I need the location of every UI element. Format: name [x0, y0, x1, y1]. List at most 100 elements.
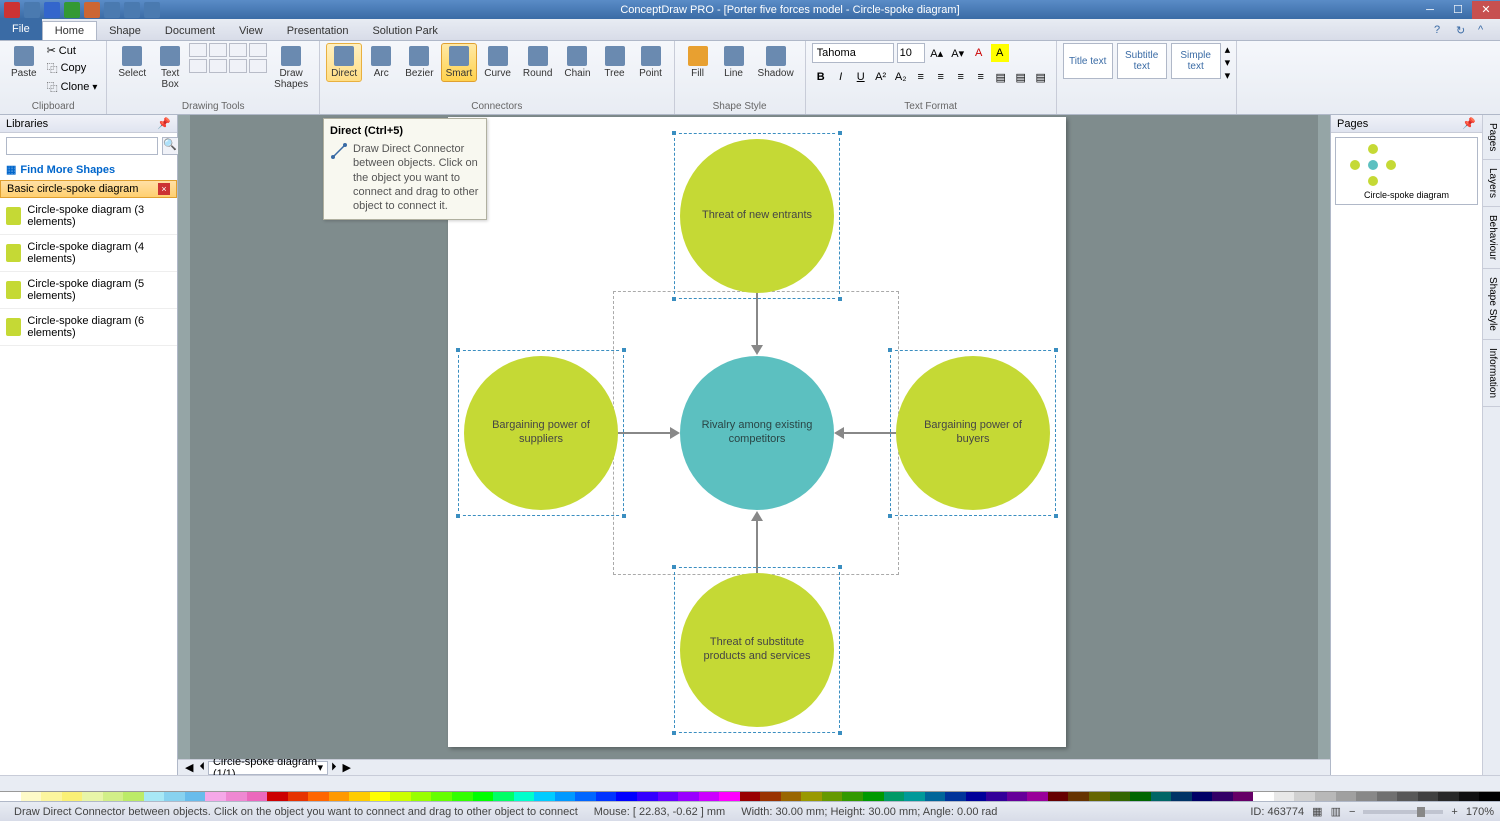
library-item-3[interactable]: Circle-spoke diagram (3 elements) — [0, 198, 177, 235]
color-swatch[interactable] — [1212, 792, 1233, 801]
color-swatch[interactable] — [1192, 792, 1213, 801]
color-swatch[interactable] — [1110, 792, 1131, 801]
color-swatch[interactable] — [473, 792, 494, 801]
connector-right[interactable] — [842, 432, 896, 434]
color-swatch[interactable] — [1479, 792, 1500, 801]
tab-shape[interactable]: Shape — [97, 22, 153, 40]
superscript-button[interactable]: A² — [872, 68, 890, 86]
color-swatch[interactable] — [514, 792, 535, 801]
page-thumbnail[interactable]: Circle-spoke diagram — [1335, 137, 1478, 205]
color-swatch[interactable] — [863, 792, 884, 801]
polygon-tool[interactable] — [249, 59, 267, 73]
color-swatch[interactable] — [144, 792, 165, 801]
close-library-icon[interactable]: × — [158, 183, 170, 195]
color-swatch[interactable] — [575, 792, 596, 801]
color-swatch[interactable] — [1233, 792, 1254, 801]
color-swatch[interactable] — [822, 792, 843, 801]
valign-top-button[interactable]: ▤ — [992, 68, 1010, 86]
color-swatch[interactable] — [185, 792, 206, 801]
view-ruler-icon[interactable]: ▥ — [1331, 805, 1341, 818]
shape-rivalry[interactable]: Rivalry among existing competitors — [680, 356, 834, 510]
bold-button[interactable]: B — [812, 68, 830, 86]
color-swatch[interactable] — [842, 792, 863, 801]
tab-solution-park[interactable]: Solution Park — [360, 22, 449, 40]
color-swatch[interactable] — [1089, 792, 1110, 801]
color-swatch[interactable] — [1356, 792, 1377, 801]
collapse-ribbon-icon[interactable]: ^ — [1478, 24, 1494, 40]
app-icon[interactable] — [4, 2, 20, 18]
pin-icon[interactable]: 📌 — [157, 117, 171, 130]
point-connector-button[interactable]: Point — [634, 43, 668, 82]
font-grow-icon[interactable]: A▴ — [928, 44, 946, 62]
last-page-icon[interactable]: ▶ — [339, 761, 353, 774]
arc-connector-button[interactable]: Arc — [364, 43, 398, 82]
simple-text-style[interactable]: Simple text — [1171, 43, 1221, 79]
underline-button[interactable]: U — [852, 68, 870, 86]
find-more-shapes-link[interactable]: ▦ Find More Shapes — [0, 159, 177, 180]
highlight-icon[interactable]: A — [991, 44, 1009, 62]
color-swatch[interactable] — [1274, 792, 1295, 801]
tab-home[interactable]: Home — [42, 21, 97, 40]
subscript-button[interactable]: A₂ — [892, 68, 910, 86]
color-swatch[interactable] — [431, 792, 452, 801]
qa-undo-icon[interactable] — [84, 2, 100, 18]
title-text-style[interactable]: Title text — [1063, 43, 1113, 79]
color-swatch[interactable] — [1438, 792, 1459, 801]
side-tab-behaviour[interactable]: Behaviour — [1483, 207, 1500, 269]
color-swatch[interactable] — [247, 792, 268, 801]
tab-presentation[interactable]: Presentation — [275, 22, 361, 40]
color-swatch[interactable] — [1336, 792, 1357, 801]
color-swatch[interactable] — [390, 792, 411, 801]
color-swatch[interactable] — [986, 792, 1007, 801]
smart-connector-button[interactable]: Smart — [441, 43, 478, 82]
color-swatch[interactable] — [678, 792, 699, 801]
color-swatch[interactable] — [945, 792, 966, 801]
style-down-icon[interactable]: ▾ — [1225, 56, 1231, 69]
freehand-tool[interactable] — [229, 59, 247, 73]
pin-icon[interactable]: 📌 — [1462, 117, 1476, 130]
subtitle-text-style[interactable]: Subtitle text — [1117, 43, 1167, 79]
color-swatch[interactable] — [760, 792, 781, 801]
line-tool[interactable] — [229, 43, 247, 57]
horizontal-scrollbar[interactable] — [0, 775, 1500, 791]
color-swatch[interactable] — [226, 792, 247, 801]
library-item-4[interactable]: Circle-spoke diagram (4 elements) — [0, 235, 177, 272]
color-swatch[interactable] — [308, 792, 329, 801]
connector-top[interactable] — [756, 293, 758, 347]
italic-button[interactable]: I — [832, 68, 850, 86]
copy-button[interactable]: ⿻Copy — [44, 59, 101, 77]
qa-redo-icon[interactable] — [104, 2, 120, 18]
textbox-button[interactable]: Text Box — [153, 43, 187, 93]
color-swatch[interactable] — [616, 792, 637, 801]
color-swatch[interactable] — [1253, 792, 1274, 801]
qa-print-icon[interactable] — [124, 2, 140, 18]
color-swatch[interactable] — [966, 792, 987, 801]
qa-save-icon[interactable] — [64, 2, 80, 18]
round-connector-button[interactable]: Round — [518, 43, 557, 82]
color-swatch[interactable] — [41, 792, 62, 801]
color-swatch[interactable] — [411, 792, 432, 801]
tree-connector-button[interactable]: Tree — [598, 43, 632, 82]
qa-export-icon[interactable] — [144, 2, 160, 18]
color-swatch[interactable] — [1418, 792, 1439, 801]
direct-connector-button[interactable]: Direct — [326, 43, 362, 82]
shape-bargaining-suppliers[interactable]: Bargaining power of suppliers — [464, 356, 618, 510]
maximize-button[interactable]: ☐ — [1444, 1, 1472, 19]
style-more-icon[interactable]: ▾ — [1225, 69, 1231, 82]
font-size-input[interactable] — [897, 43, 925, 63]
paste-button[interactable]: Paste — [6, 43, 42, 82]
clone-button[interactable]: ⿻Clone ▾ — [44, 78, 101, 96]
color-swatch[interactable] — [349, 792, 370, 801]
color-swatch[interactable] — [1397, 792, 1418, 801]
color-swatch[interactable] — [493, 792, 514, 801]
prev-page-icon[interactable]: ⏴ — [196, 761, 208, 774]
library-search-input[interactable] — [6, 137, 158, 155]
spline-tool[interactable] — [209, 59, 227, 73]
color-swatch[interactable] — [21, 792, 42, 801]
curve-connector-button[interactable]: Curve — [479, 43, 516, 82]
color-swatch[interactable] — [123, 792, 144, 801]
connector-bottom[interactable] — [756, 519, 758, 573]
chain-connector-button[interactable]: Chain — [559, 43, 595, 82]
next-page-icon[interactable]: ⏵ — [328, 761, 340, 774]
color-swatch[interactable] — [699, 792, 720, 801]
